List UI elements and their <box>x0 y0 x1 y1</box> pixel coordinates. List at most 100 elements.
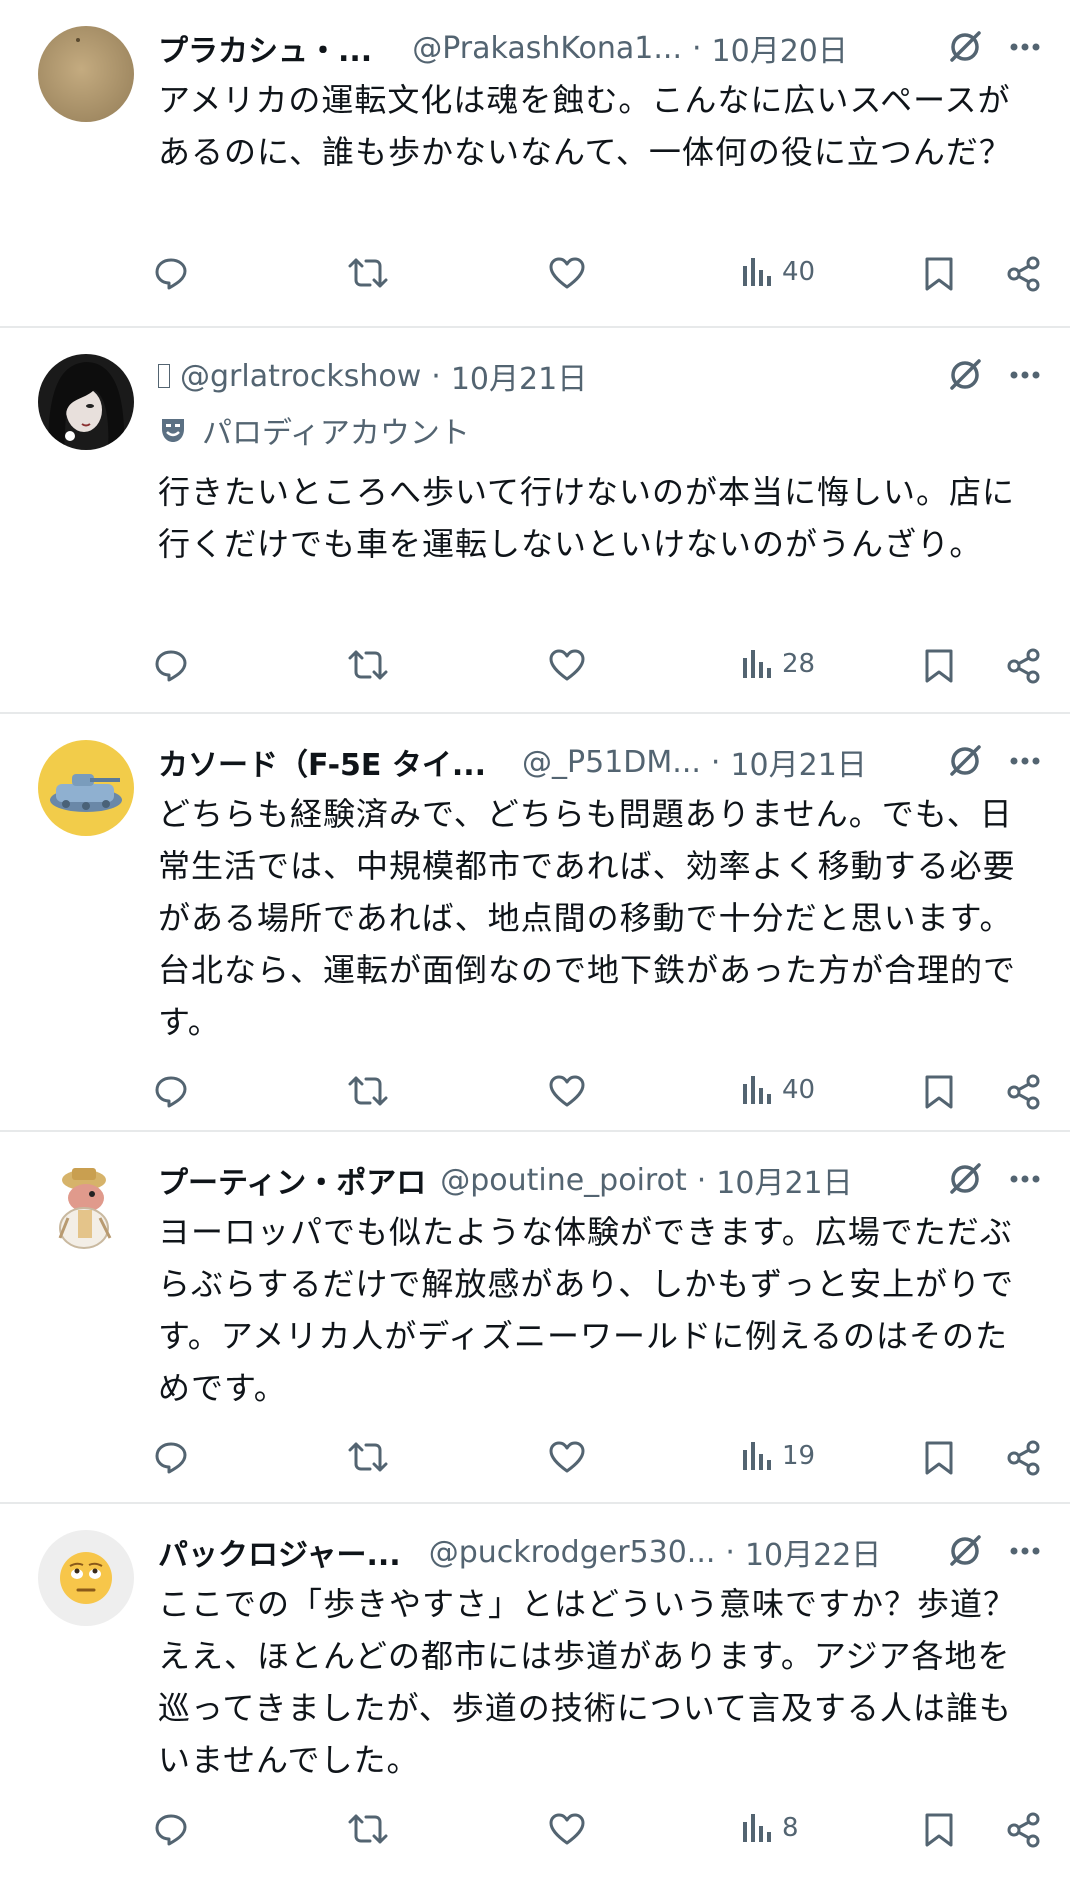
reply-button[interactable] <box>154 648 188 682</box>
user-handle[interactable]: @puckrodger530... <box>429 1535 716 1570</box>
action-bar: 8 <box>155 1786 1042 1896</box>
heart-icon <box>549 257 585 289</box>
bookmark-button[interactable] <box>924 256 954 292</box>
reply-button[interactable] <box>154 1812 188 1846</box>
heart-icon <box>549 1813 585 1845</box>
grok-icon[interactable] <box>946 28 984 66</box>
views-count: 40 <box>782 257 816 287</box>
display-name[interactable]: パックロジャー... <box>158 1530 401 1574</box>
share-button[interactable] <box>1006 1440 1042 1476</box>
repost-icon <box>348 650 388 680</box>
separator-dot: · <box>725 1534 735 1570</box>
reply-icon <box>155 1814 187 1846</box>
reply-button[interactable] <box>154 1074 188 1108</box>
tweet[interactable]: パックロジャー... @puckrodger530... · 10月22日 ここ… <box>0 1504 1070 1873</box>
views-icon <box>743 1442 771 1470</box>
post-date[interactable]: 10月21日 <box>451 354 587 398</box>
tweet[interactable]: @grlatrockshow · 10月21日 パロディアカウント 行きたいとこ… <box>0 328 1070 714</box>
bookmark-button[interactable] <box>924 1812 954 1848</box>
like-button[interactable] <box>548 648 586 682</box>
views-count: 28 <box>782 649 816 679</box>
repost-icon <box>348 1814 388 1844</box>
avatar[interactable] <box>38 1158 134 1254</box>
repost-button[interactable] <box>348 1812 388 1846</box>
views-count: 19 <box>782 1441 816 1471</box>
bookmark-icon <box>925 1075 953 1109</box>
reply-button[interactable] <box>154 1440 188 1474</box>
avatar[interactable] <box>38 740 134 836</box>
grok-icon[interactable] <box>946 1532 984 1570</box>
views-icon <box>743 258 771 286</box>
more-options-icon[interactable] <box>1010 1174 1040 1184</box>
repost-button[interactable] <box>348 648 388 682</box>
tweet-text: 行きたいところへ歩いて行けないのが本当に悔しい。店に行くだけでも車を運転しないと… <box>158 473 1016 563</box>
heart-icon <box>549 1075 585 1107</box>
post-date[interactable]: 10月22日 <box>745 1530 881 1574</box>
user-handle[interactable]: @_P51DM... <box>522 745 701 780</box>
views-icon <box>743 650 771 678</box>
like-button[interactable] <box>548 256 586 290</box>
reply-feed: プラカシュ・... @PrakashKona1... · 10月20日 アメリカ… <box>0 0 1070 1873</box>
display-name[interactable]: プラカシュ・... <box>158 26 372 70</box>
share-icon <box>1007 648 1040 684</box>
avatar[interactable] <box>38 26 134 122</box>
tweet-text: どちらも経験済みで、どちらも問題ありません。でも、日常生活では、中規模都市であれ… <box>158 795 1017 1041</box>
tweet[interactable]: プラカシュ・... @PrakashKona1... · 10月20日 アメリカ… <box>0 0 1070 328</box>
unknown-glyph-icon <box>158 363 170 388</box>
grok-icon[interactable] <box>946 1160 984 1198</box>
avatar[interactable] <box>38 354 134 450</box>
reply-button[interactable] <box>154 256 188 290</box>
reply-icon <box>155 1442 187 1474</box>
reply-icon <box>155 1076 187 1108</box>
tweet[interactable]: プーティン・ポアロ @poutine_poirot · 10月21日 ヨーロッパ… <box>0 1132 1070 1504</box>
views-button[interactable]: 8 <box>740 1812 799 1844</box>
reply-icon <box>155 258 187 290</box>
parody-account-label: パロディアカウント <box>202 416 470 451</box>
like-button[interactable] <box>548 1812 586 1846</box>
repost-button[interactable] <box>348 256 388 290</box>
views-button[interactable]: 40 <box>740 1074 815 1106</box>
bookmark-button[interactable] <box>924 1074 954 1110</box>
user-handle[interactable]: @grlatrockshow <box>158 359 421 394</box>
grok-icon[interactable] <box>946 356 984 394</box>
user-handle[interactable]: @poutine_poirot <box>440 1163 687 1198</box>
more-options-icon[interactable] <box>1010 756 1040 766</box>
display-name[interactable]: プーティン・ポアロ <box>158 1158 426 1202</box>
share-button[interactable] <box>1006 1074 1042 1110</box>
repost-button[interactable] <box>348 1074 388 1108</box>
post-date[interactable]: 10月20日 <box>712 26 848 70</box>
display-name[interactable]: カソード（F-5E タイ... <box>158 740 486 784</box>
heart-icon <box>549 649 585 681</box>
more-options-icon[interactable] <box>1010 42 1040 52</box>
tweet[interactable]: カソード（F-5E タイ... @_P51DM... · 10月21日 どちらも… <box>0 714 1070 1132</box>
bookmark-icon <box>925 1813 953 1847</box>
views-button[interactable]: 19 <box>740 1440 815 1472</box>
views-count: 40 <box>782 1075 816 1105</box>
repost-icon <box>348 1076 388 1106</box>
bookmark-button[interactable] <box>924 648 954 684</box>
share-button[interactable] <box>1006 648 1042 684</box>
bookmark-icon <box>925 257 953 291</box>
like-button[interactable] <box>548 1440 586 1474</box>
bookmark-button[interactable] <box>924 1440 954 1476</box>
avatar[interactable] <box>38 1530 134 1626</box>
more-options-icon[interactable] <box>1010 370 1040 380</box>
share-button[interactable] <box>1006 1812 1042 1848</box>
views-button[interactable]: 28 <box>740 648 815 680</box>
post-date[interactable]: 10月21日 <box>716 1158 852 1202</box>
share-button[interactable] <box>1006 256 1042 292</box>
more-options-icon[interactable] <box>1010 1546 1040 1556</box>
views-button[interactable]: 40 <box>740 256 815 288</box>
post-date[interactable]: 10月21日 <box>730 740 866 784</box>
grok-icon[interactable] <box>946 742 984 780</box>
user-handle[interactable]: @PrakashKona1... <box>412 31 682 66</box>
bookmark-icon <box>925 1441 953 1475</box>
tweet-text: アメリカの運転文化は魂を蝕む。こんなに広いスペースがあるのに、誰も歩かないなんて… <box>158 81 1012 171</box>
share-icon <box>1007 1440 1040 1476</box>
repost-button[interactable] <box>348 1440 388 1474</box>
user-handle-text: @grlatrockshow <box>180 358 422 394</box>
bookmark-icon <box>925 649 953 683</box>
heart-icon <box>549 1441 585 1473</box>
like-button[interactable] <box>548 1074 586 1108</box>
separator-dot: · <box>431 358 441 394</box>
